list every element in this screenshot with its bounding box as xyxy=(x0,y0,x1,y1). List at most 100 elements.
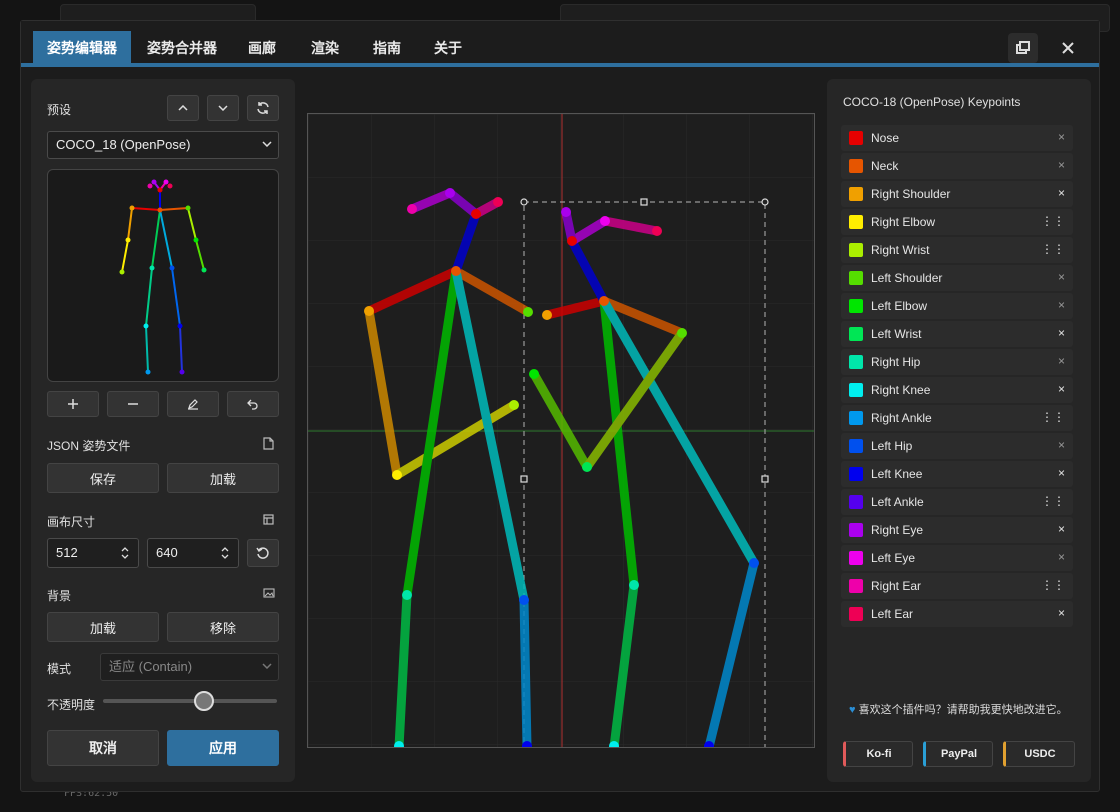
canvas-height-input[interactable]: 640 xyxy=(147,538,239,568)
keypoint-color-swatch[interactable] xyxy=(849,523,863,537)
keypoint-color-swatch[interactable] xyxy=(849,467,863,481)
drag-handle-icon[interactable]: ⋮⋮ xyxy=(1041,578,1065,592)
keypoint-row[interactable]: Left Hip × xyxy=(841,433,1073,459)
kofi-button[interactable]: Ko-fi xyxy=(843,741,913,767)
keypoint-name: Left Eye xyxy=(871,551,916,565)
keypoint-color-swatch[interactable] xyxy=(849,215,863,229)
keypoint-row[interactable]: Right Wrist ⋮⋮ xyxy=(841,237,1073,263)
drag-handle-icon[interactable]: ⋮⋮ xyxy=(1041,214,1065,228)
paypal-button[interactable]: PayPal xyxy=(923,741,993,767)
remove-keypoint-icon[interactable]: × xyxy=(1058,522,1065,536)
keypoint-color-swatch[interactable] xyxy=(849,607,863,621)
remove-keypoint-icon[interactable]: × xyxy=(1058,326,1065,340)
add-preset-button[interactable] xyxy=(47,391,99,417)
save-json-button[interactable]: 保存 xyxy=(47,463,159,493)
tab-gallery[interactable]: 画廊 xyxy=(234,31,290,65)
keypoint-name: Left Elbow xyxy=(871,299,928,313)
load-background-button[interactable]: 加载 xyxy=(47,612,159,642)
plus-icon xyxy=(68,399,78,409)
keypoint-row[interactable]: Left Shoulder × xyxy=(841,265,1073,291)
remove-keypoint-icon[interactable]: × xyxy=(1058,270,1065,284)
preset-refresh-button[interactable] xyxy=(247,95,279,121)
canvas-width-input[interactable]: 512 xyxy=(47,538,139,568)
keypoint-color-swatch[interactable] xyxy=(849,327,863,341)
keypoint-row[interactable]: Right Knee × xyxy=(841,377,1073,403)
stepper-icon[interactable] xyxy=(120,546,130,560)
mode-select[interactable]: 适应 (Contain) xyxy=(100,653,279,681)
remove-keypoint-icon[interactable]: × xyxy=(1058,438,1065,452)
stepper-icon[interactable] xyxy=(220,546,230,560)
tab-pose-editor[interactable]: 姿势编辑器 xyxy=(33,31,131,65)
keypoint-color-swatch[interactable] xyxy=(849,355,863,369)
keypoint-color-swatch[interactable] xyxy=(849,131,863,145)
pose-canvas-drawing[interactable] xyxy=(308,114,814,763)
opacity-slider-track[interactable] xyxy=(103,691,277,711)
support-text: 喜欢这个插件吗？请帮助我更快地改进它。 xyxy=(858,704,1068,716)
keypoint-color-swatch[interactable] xyxy=(849,159,863,173)
apply-button[interactable]: 应用 xyxy=(167,730,279,766)
drag-handle-icon[interactable]: ⋮⋮ xyxy=(1041,242,1065,256)
preset-up-button[interactable] xyxy=(167,95,199,121)
keypoint-row[interactable]: Neck × xyxy=(841,153,1073,179)
tab-about[interactable]: 关于 xyxy=(420,31,476,65)
reset-size-button[interactable] xyxy=(247,539,279,567)
close-button[interactable] xyxy=(1053,33,1083,63)
keypoint-color-swatch[interactable] xyxy=(849,579,863,593)
undo-icon xyxy=(247,399,258,410)
opacity-slider-thumb[interactable] xyxy=(193,691,214,711)
cancel-button[interactable]: 取消 xyxy=(47,730,159,766)
pose-editor-modal: 姿势编辑器 姿势合并器 画廊 渲染 指南 关于 预设 COCO_18 (Open… xyxy=(20,20,1100,792)
keypoint-row[interactable]: Left Wrist × xyxy=(841,321,1073,347)
canvas-size-label: 画布尺寸 xyxy=(47,515,96,529)
remove-keypoint-icon[interactable]: × xyxy=(1058,298,1065,312)
tab-guide[interactable]: 指南 xyxy=(359,31,415,65)
remove-keypoint-icon[interactable]: × xyxy=(1058,354,1065,368)
remove-background-button[interactable]: 移除 xyxy=(167,612,279,642)
load-json-button[interactable]: 加载 xyxy=(167,463,279,493)
remove-keypoint-icon[interactable]: × xyxy=(1058,466,1065,480)
keypoint-color-swatch[interactable] xyxy=(849,411,863,425)
usdc-button[interactable]: USDC xyxy=(1003,741,1075,767)
keypoint-row[interactable]: Left Knee × xyxy=(841,461,1073,487)
keypoint-color-swatch[interactable] xyxy=(849,271,863,285)
remove-keypoint-icon[interactable]: × xyxy=(1058,550,1065,564)
keypoint-color-swatch[interactable] xyxy=(849,439,863,453)
preset-select[interactable]: COCO_18 (OpenPose) xyxy=(47,131,279,159)
remove-keypoint-icon[interactable]: × xyxy=(1058,158,1065,172)
keypoint-color-swatch[interactable] xyxy=(849,383,863,397)
preset-preview xyxy=(47,169,279,382)
undo-button[interactable] xyxy=(227,391,279,417)
keypoint-color-swatch[interactable] xyxy=(849,495,863,509)
remove-preset-button[interactable] xyxy=(107,391,159,417)
file-icon xyxy=(263,437,274,450)
remove-keypoint-icon[interactable]: × xyxy=(1058,186,1065,200)
keypoint-row[interactable]: Left Ear × xyxy=(841,601,1073,627)
preset-down-button[interactable] xyxy=(207,95,239,121)
remove-keypoint-icon[interactable]: × xyxy=(1058,606,1065,620)
tab-render[interactable]: 渲染 xyxy=(297,31,353,65)
drag-handle-icon[interactable]: ⋮⋮ xyxy=(1041,410,1065,424)
keypoint-row[interactable]: Right Elbow ⋮⋮ xyxy=(841,209,1073,235)
keypoint-name: Right Knee xyxy=(871,383,931,397)
preset-select-value: COCO_18 (OpenPose) xyxy=(56,137,191,152)
keypoint-color-swatch[interactable] xyxy=(849,187,863,201)
keypoint-color-swatch[interactable] xyxy=(849,299,863,313)
pose-canvas[interactable] xyxy=(307,113,815,763)
keypoint-row[interactable]: Right Eye × xyxy=(841,517,1073,543)
keypoint-row[interactable]: Left Elbow × xyxy=(841,293,1073,319)
edit-preset-button[interactable] xyxy=(167,391,219,417)
keypoint-color-swatch[interactable] xyxy=(849,243,863,257)
keypoint-color-swatch[interactable] xyxy=(849,551,863,565)
keypoint-row[interactable]: Right Hip × xyxy=(841,349,1073,375)
restore-window-button[interactable] xyxy=(1008,33,1038,63)
keypoint-row[interactable]: Right Shoulder × xyxy=(841,181,1073,207)
keypoint-row[interactable]: Left Ankle ⋮⋮ xyxy=(841,489,1073,515)
drag-handle-icon[interactable]: ⋮⋮ xyxy=(1041,494,1065,508)
keypoint-row[interactable]: Right Ear ⋮⋮ xyxy=(841,573,1073,599)
keypoint-row[interactable]: Right Ankle ⋮⋮ xyxy=(841,405,1073,431)
keypoint-row[interactable]: Nose × xyxy=(841,125,1073,151)
remove-keypoint-icon[interactable]: × xyxy=(1058,130,1065,144)
remove-keypoint-icon[interactable]: × xyxy=(1058,382,1065,396)
keypoint-row[interactable]: Left Eye × xyxy=(841,545,1073,571)
tab-pose-merger[interactable]: 姿势合并器 xyxy=(133,31,231,65)
